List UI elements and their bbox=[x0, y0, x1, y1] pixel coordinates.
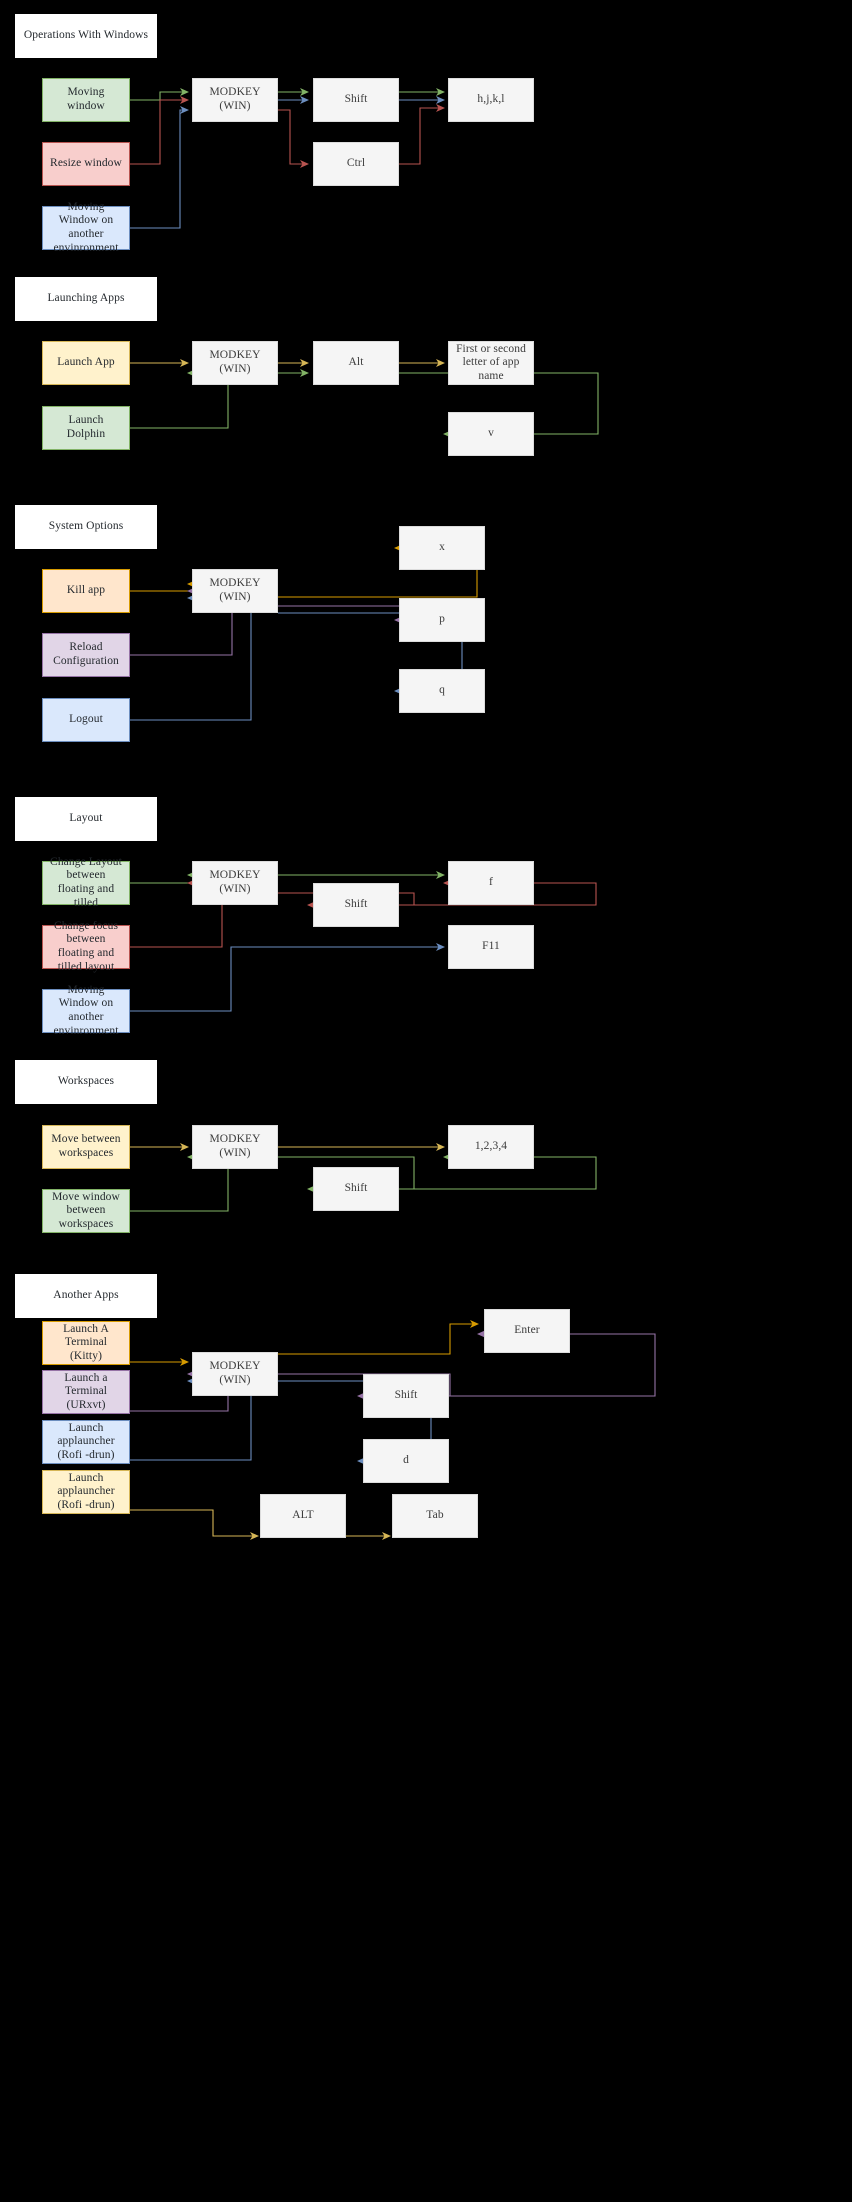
key-modkey-win-2[interactable]: MODKEY (WIN) bbox=[192, 341, 278, 385]
diagram-canvas: Operations With Windows Moving window Re… bbox=[0, 0, 852, 2202]
key-alt-2[interactable]: Alt bbox=[313, 341, 399, 385]
output-label: 1,2,3,4 bbox=[474, 1140, 508, 1153]
action-launch-terminal-kitty[interactable]: Launch A Terminal (Kitty) bbox=[42, 1321, 130, 1365]
output-label: h,j,k,l bbox=[477, 93, 505, 106]
key-shift-6[interactable]: Shift bbox=[363, 1374, 449, 1418]
action-label: Launch A Terminal (Kitty) bbox=[63, 1322, 109, 1362]
key-modkey-win-1[interactable]: MODKEY (WIN) bbox=[192, 78, 278, 122]
output-label: Enter bbox=[514, 1324, 540, 1337]
output-hjkl[interactable]: h,j,k,l bbox=[448, 78, 534, 122]
output-p[interactable]: p bbox=[399, 598, 485, 642]
action-launch-dolphin[interactable]: Launch Dolphin bbox=[42, 406, 130, 450]
key-label: MODKEY (WIN) bbox=[209, 869, 261, 895]
key-label: Shift bbox=[344, 93, 368, 106]
key-label: MODKEY (WIN) bbox=[209, 1360, 261, 1386]
key-modkey-win-4[interactable]: MODKEY (WIN) bbox=[192, 861, 278, 905]
output-label: q bbox=[439, 684, 445, 697]
section-header-layout: Layout bbox=[15, 797, 157, 841]
action-label: Launch Dolphin bbox=[66, 414, 106, 440]
output-d[interactable]: d bbox=[363, 1439, 449, 1483]
key-shift-4[interactable]: Shift bbox=[313, 883, 399, 927]
output-label: Tab bbox=[426, 1509, 444, 1522]
output-label: F11 bbox=[482, 940, 500, 953]
output-x[interactable]: x bbox=[399, 526, 485, 570]
key-label: Shift bbox=[344, 1182, 368, 1195]
action-move-window-between-workspaces[interactable]: Move window between workspaces bbox=[42, 1189, 130, 1233]
output-label: d bbox=[403, 1454, 409, 1467]
output-v[interactable]: v bbox=[448, 412, 534, 456]
action-label: Move window between workspaces bbox=[52, 1190, 120, 1230]
action-moving-window-another-environment-2[interactable]: Moving Window on another envinronment bbox=[42, 984, 130, 1037]
key-modkey-win-6[interactable]: MODKEY (WIN) bbox=[192, 1352, 278, 1396]
section-header-workspaces: Workspaces bbox=[15, 1060, 157, 1104]
output-enter[interactable]: Enter bbox=[484, 1309, 570, 1353]
key-label: MODKEY (WIN) bbox=[209, 577, 261, 603]
key-label: MODKEY (WIN) bbox=[209, 349, 261, 375]
key-label: Alt bbox=[348, 356, 364, 369]
output-label: v bbox=[488, 427, 494, 440]
output-f[interactable]: f bbox=[448, 861, 534, 905]
key-shift-1[interactable]: Shift bbox=[313, 78, 399, 122]
action-resize-window[interactable]: Resize window bbox=[42, 142, 130, 186]
output-tab[interactable]: Tab bbox=[392, 1494, 478, 1538]
section-header-label: Workspaces bbox=[57, 1075, 115, 1088]
action-launch-applauncher-rofi-2[interactable]: Launch applauncher (Rofi -drun) bbox=[42, 1470, 130, 1514]
key-label: ALT bbox=[292, 1509, 314, 1522]
action-label: Moving Window on another envinronment bbox=[53, 983, 119, 1037]
action-moving-window[interactable]: Moving window bbox=[42, 78, 130, 122]
action-label: Moving window bbox=[67, 86, 105, 112]
action-label: Resize window bbox=[50, 157, 122, 170]
key-label: MODKEY (WIN) bbox=[209, 1133, 261, 1159]
action-kill-app[interactable]: Kill app bbox=[42, 569, 130, 613]
action-label: Change focus between floating and tilled… bbox=[53, 919, 119, 973]
action-reload-configuration[interactable]: Reload Configuration bbox=[42, 633, 130, 677]
action-launch-applauncher-rofi-1[interactable]: Launch applauncher (Rofi -drun) bbox=[42, 1420, 130, 1464]
action-label: Move between workspaces bbox=[51, 1133, 121, 1159]
action-label: Launch applauncher (Rofi -drun) bbox=[57, 1471, 115, 1511]
action-label: Logout bbox=[69, 713, 103, 726]
key-alt-6[interactable]: ALT bbox=[260, 1494, 346, 1538]
action-label: Launch applauncher (Rofi -drun) bbox=[57, 1421, 115, 1461]
action-label: Change Layout between floating and tille… bbox=[50, 855, 122, 909]
key-label: Shift bbox=[344, 898, 368, 911]
section-header-another-apps: Another Apps bbox=[15, 1274, 157, 1318]
output-label: p bbox=[439, 613, 445, 626]
output-q[interactable]: q bbox=[399, 669, 485, 713]
action-label: Kill app bbox=[66, 584, 106, 597]
output-label: x bbox=[439, 541, 445, 554]
section-header-label: Layout bbox=[69, 812, 103, 825]
action-launch-app[interactable]: Launch App bbox=[42, 341, 130, 385]
action-label: Launch App bbox=[57, 356, 115, 369]
output-first-or-second-letter[interactable]: First or second letter of app name bbox=[448, 341, 534, 385]
key-modkey-win-3[interactable]: MODKEY (WIN) bbox=[192, 569, 278, 613]
action-change-focus-floating-tilled[interactable]: Change focus between floating and tilled… bbox=[42, 920, 130, 973]
section-header-launching-apps: Launching Apps bbox=[15, 277, 157, 321]
action-launch-terminal-urxvt[interactable]: Launch a Terminal (URxvt) bbox=[42, 1370, 130, 1414]
output-f11[interactable]: F11 bbox=[448, 925, 534, 969]
key-label: MODKEY (WIN) bbox=[209, 86, 261, 112]
action-moving-window-another-environment[interactable]: Moving Window on another envinronment bbox=[42, 201, 130, 254]
action-move-between-workspaces[interactable]: Move between workspaces bbox=[42, 1125, 130, 1169]
output-1234[interactable]: 1,2,3,4 bbox=[448, 1125, 534, 1169]
section-header-label: Operations With Windows bbox=[23, 29, 149, 42]
key-ctrl-1[interactable]: Ctrl bbox=[313, 142, 399, 186]
section-header-label: Another Apps bbox=[53, 1289, 119, 1302]
action-label: Reload Configuration bbox=[53, 641, 119, 667]
output-label: f bbox=[489, 876, 493, 889]
action-logout[interactable]: Logout bbox=[42, 698, 130, 742]
section-header-label: System Options bbox=[48, 520, 124, 533]
action-change-layout-floating-tilled[interactable]: Change Layout between floating and tille… bbox=[42, 856, 130, 909]
key-shift-5[interactable]: Shift bbox=[313, 1167, 399, 1211]
output-label: First or second letter of app name bbox=[456, 342, 526, 382]
section-header-label: Launching Apps bbox=[47, 292, 125, 305]
key-modkey-win-5[interactable]: MODKEY (WIN) bbox=[192, 1125, 278, 1169]
action-label: Launch a Terminal (URxvt) bbox=[64, 1371, 108, 1411]
key-label: Ctrl bbox=[346, 157, 366, 170]
section-header-operations-with-windows: Operations With Windows bbox=[15, 14, 157, 58]
key-label: Shift bbox=[394, 1389, 418, 1402]
section-header-system-options: System Options bbox=[15, 505, 157, 549]
action-label: Moving Window on another envinronment bbox=[53, 200, 119, 254]
